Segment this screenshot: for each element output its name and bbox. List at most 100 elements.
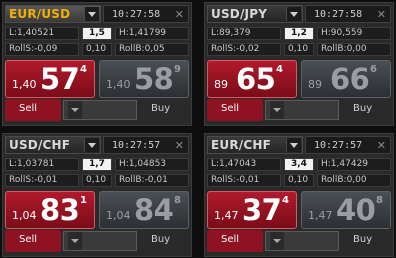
time-box: 10:27:58 ✕ bbox=[305, 5, 391, 23]
quantity-select[interactable]: 1 bbox=[63, 231, 137, 251]
low-price-text: L:1,03781 bbox=[9, 159, 55, 169]
pip-value-text: 0,10 bbox=[288, 175, 309, 185]
symbol-selector[interactable]: USD/JPY bbox=[207, 5, 303, 23]
rollover-buy: RollB:0,00 bbox=[317, 43, 391, 56]
low-price-text: L:1,47043 bbox=[211, 159, 257, 169]
low-price: L:1,47043 bbox=[207, 158, 281, 171]
rate-tile-usd-jpy: USD/JPY 10:27:58 ✕ L:89,379 1,2 H:90,559… bbox=[204, 2, 394, 126]
sell-price-pip: 4 bbox=[80, 64, 87, 75]
low-price-text: L:1,40521 bbox=[9, 28, 55, 38]
spread-text: 1,2 bbox=[291, 28, 307, 38]
sell-button[interactable]: Sell bbox=[5, 99, 61, 121]
symbol-selector[interactable]: EUR/USD bbox=[5, 5, 101, 23]
sell-price-button[interactable]: 1,04 83 1 bbox=[5, 191, 95, 229]
spread: 1,5 bbox=[82, 27, 112, 40]
buy-price-prefix: 1,40 bbox=[106, 78, 131, 91]
buy-label: Buy bbox=[151, 234, 171, 245]
buy-button[interactable]: Buy bbox=[139, 230, 189, 252]
pip-value: 0,10 bbox=[284, 43, 314, 56]
low-price: L:89,379 bbox=[207, 27, 281, 40]
buy-button[interactable]: Buy bbox=[341, 99, 391, 121]
rollover-buy: RollB:-0,01 bbox=[115, 174, 189, 187]
pip-value: 0,10 bbox=[284, 174, 314, 187]
buy-price-prefix: 89 bbox=[308, 78, 322, 91]
timestamp: 10:27:58 bbox=[314, 9, 363, 20]
spread: 1,2 bbox=[284, 27, 314, 40]
sell-price-button[interactable]: 89 65 4 bbox=[207, 60, 297, 98]
sell-price-big: 37 bbox=[242, 193, 282, 227]
high-price-text: H:1,41799 bbox=[119, 28, 167, 38]
rollover-sell: RollS:-0,02 bbox=[207, 43, 281, 56]
low-price: L:1,03781 bbox=[5, 158, 79, 171]
rollover-sell-text: RollS:-0,02 bbox=[211, 44, 260, 54]
quantity-select[interactable]: 1 bbox=[265, 231, 339, 251]
tile-header: USD/CHF 10:27:57 ✕ bbox=[5, 136, 189, 154]
sell-price-prefix: 1,04 bbox=[12, 209, 37, 222]
sell-price-big: 57 bbox=[40, 62, 80, 96]
symbol-name: EUR/USD bbox=[9, 7, 71, 21]
buy-price-pip: 8 bbox=[376, 195, 383, 206]
rollover-buy-text: RollB:0,00 bbox=[321, 44, 367, 54]
buy-price-pip: 8 bbox=[174, 195, 181, 206]
close-icon[interactable]: ✕ bbox=[175, 8, 184, 21]
buy-price-button[interactable]: 1,40 58 9 bbox=[99, 60, 189, 98]
sell-button[interactable]: Sell bbox=[5, 230, 61, 252]
time-box: 10:27:57 ✕ bbox=[103, 136, 189, 154]
tile-header: EUR/USD 10:27:58 ✕ bbox=[5, 5, 189, 23]
rollover-buy: RollB:0,00 bbox=[317, 174, 391, 187]
rate-tile-eur-chf: EUR/CHF 10:27:57 ✕ L:1,47043 3,4 H:1,474… bbox=[204, 133, 394, 257]
pip-value-text: 0,10 bbox=[86, 44, 107, 54]
tile-header: EUR/CHF 10:27:57 ✕ bbox=[207, 136, 391, 154]
sell-price-prefix: 1,47 bbox=[214, 209, 239, 222]
rate-tile-usd-chf: USD/CHF 10:27:57 ✕ L:1,03781 1,7 H:1,048… bbox=[2, 133, 192, 257]
rollover-buy: RollB:0,05 bbox=[115, 43, 189, 56]
symbol-selector[interactable]: USD/CHF bbox=[5, 136, 101, 154]
high-price: H:1,47429 bbox=[317, 158, 391, 171]
high-price: H:1,41799 bbox=[115, 27, 189, 40]
quantity-select[interactable]: 1 bbox=[63, 100, 137, 120]
time-box: 10:27:58 ✕ bbox=[103, 5, 189, 23]
close-icon[interactable]: ✕ bbox=[377, 8, 386, 21]
buy-price-button[interactable]: 1,04 84 8 bbox=[99, 191, 189, 229]
buy-label: Buy bbox=[353, 103, 373, 114]
rollover-sell-text: RollS:-0,01 bbox=[211, 175, 260, 185]
sell-price-big: 83 bbox=[40, 193, 80, 227]
symbol-selector[interactable]: EUR/CHF bbox=[207, 136, 303, 154]
pip-value: 0,10 bbox=[82, 174, 112, 187]
low-price: L:1,40521 bbox=[5, 27, 79, 40]
sell-price-button[interactable]: 1,40 57 4 bbox=[5, 60, 95, 98]
buy-button[interactable]: Buy bbox=[139, 99, 189, 121]
symbol-name: EUR/CHF bbox=[211, 138, 272, 152]
buy-price-button[interactable]: 1,47 40 8 bbox=[301, 191, 391, 229]
sell-button[interactable]: Sell bbox=[207, 99, 263, 121]
spread: 3,4 bbox=[284, 158, 314, 171]
chevron-down-icon[interactable] bbox=[68, 232, 82, 250]
chevron-down-icon[interactable] bbox=[270, 101, 284, 119]
chevron-down-icon[interactable] bbox=[286, 7, 301, 21]
pip-value-text: 0,10 bbox=[86, 175, 107, 185]
buy-label: Buy bbox=[151, 103, 171, 114]
close-icon[interactable]: ✕ bbox=[377, 139, 386, 152]
timestamp: 10:27:57 bbox=[112, 140, 161, 151]
quantity-select[interactable]: 1 bbox=[265, 100, 339, 120]
chevron-down-icon[interactable] bbox=[68, 101, 82, 119]
buy-button[interactable]: Buy bbox=[341, 230, 391, 252]
rollover-sell-text: RollS:-0,09 bbox=[9, 44, 58, 54]
rollover-buy-text: RollB:0,05 bbox=[119, 44, 165, 54]
low-price-text: L:89,379 bbox=[211, 28, 251, 38]
buy-label: Buy bbox=[353, 234, 373, 245]
sell-price-button[interactable]: 1,47 37 4 bbox=[207, 191, 297, 229]
buy-price-prefix: 1,47 bbox=[308, 209, 333, 222]
rollover-sell: RollS:-0,09 bbox=[5, 43, 79, 56]
close-icon[interactable]: ✕ bbox=[175, 139, 184, 152]
chevron-down-icon[interactable] bbox=[84, 138, 99, 152]
chevron-down-icon[interactable] bbox=[286, 138, 301, 152]
pip-value: 0,10 bbox=[82, 43, 112, 56]
sell-price-prefix: 89 bbox=[214, 78, 228, 91]
time-box: 10:27:57 ✕ bbox=[305, 136, 391, 154]
chevron-down-icon[interactable] bbox=[84, 7, 99, 21]
chevron-down-icon[interactable] bbox=[270, 232, 284, 250]
symbol-name: USD/JPY bbox=[211, 7, 268, 21]
buy-price-button[interactable]: 89 66 6 bbox=[301, 60, 391, 98]
sell-button[interactable]: Sell bbox=[207, 230, 263, 252]
